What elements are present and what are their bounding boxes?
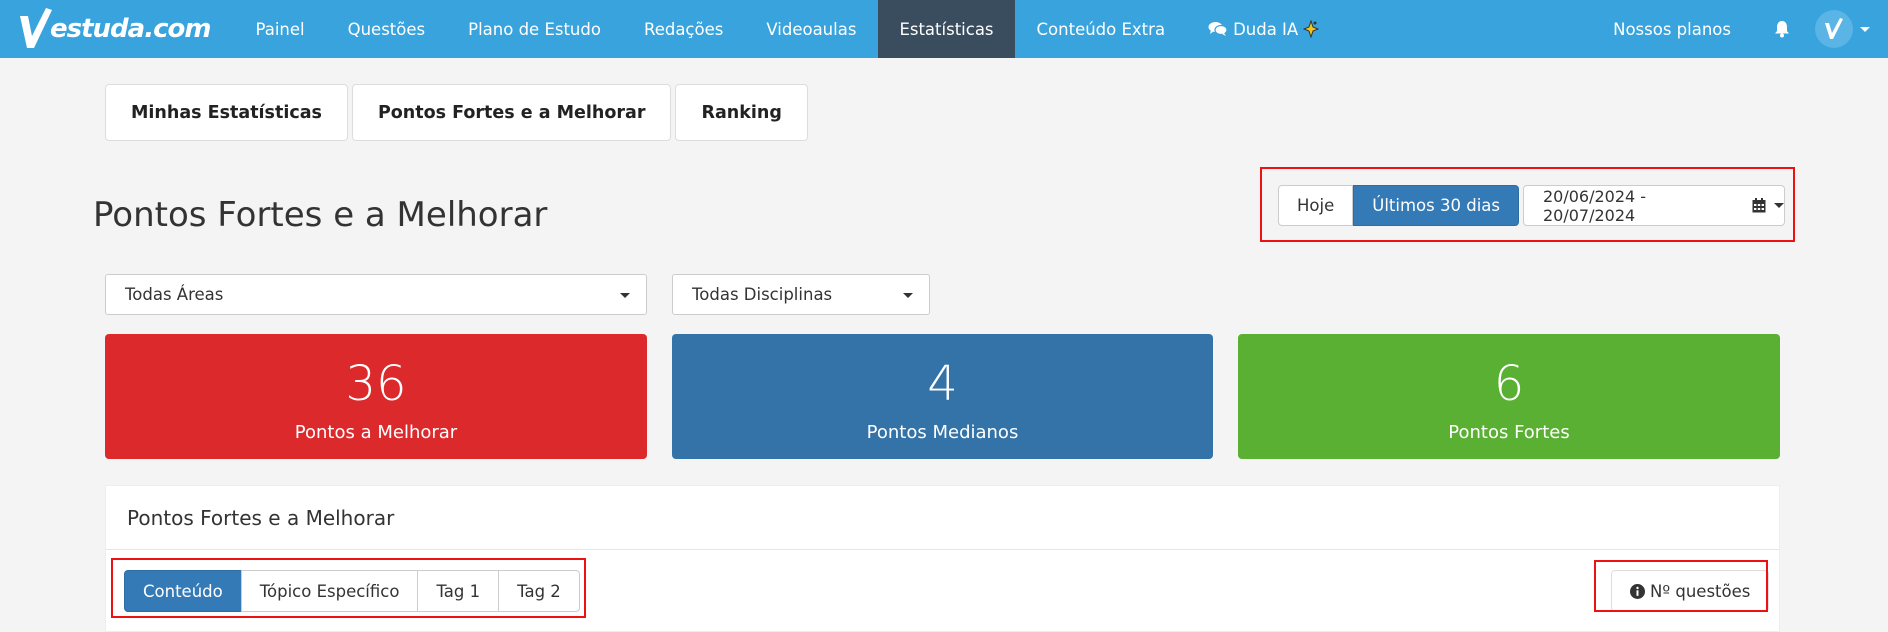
nav-label: Duda IA bbox=[1233, 19, 1299, 39]
date-filter: Hoje Últimos 30 dias 20/06/2024 - 20/07/… bbox=[1278, 185, 1785, 226]
stat-card-to-improve: 36 Pontos a Melhorar bbox=[105, 334, 647, 459]
page-title: Pontos Fortes e a Melhorar bbox=[93, 195, 548, 235]
tab-ranking[interactable]: Ranking bbox=[675, 84, 808, 141]
nav-label: Videoaulas bbox=[766, 19, 857, 39]
nav-item-plano-de-estudo[interactable]: Plano de Estudo bbox=[447, 0, 623, 58]
panel-title: Pontos Fortes e a Melhorar bbox=[106, 486, 1779, 550]
sparkle-icon bbox=[1303, 20, 1320, 38]
today-button[interactable]: Hoje bbox=[1278, 185, 1354, 226]
date-range-value: 20/06/2024 - 20/07/2024 bbox=[1542, 186, 1647, 225]
chevron-down-icon bbox=[903, 293, 913, 298]
last-30-days-button[interactable]: Últimos 30 dias bbox=[1353, 185, 1519, 226]
nav-label: Conteúdo Extra bbox=[1036, 19, 1166, 39]
tab-minhas-estatisticas[interactable]: Minhas Estatísticas bbox=[105, 84, 348, 141]
brand-name: estuda.com bbox=[50, 14, 211, 44]
nav-item-painel[interactable]: Painel bbox=[234, 0, 326, 58]
nav-label: Redações bbox=[643, 19, 724, 39]
chevron-down-icon bbox=[620, 293, 630, 298]
stat-value: 4 bbox=[927, 356, 958, 412]
stat-value: 36 bbox=[345, 356, 407, 412]
nav-item-duda-ia[interactable]: Duda IA bbox=[1187, 0, 1341, 58]
nav-item-conteudo-extra[interactable]: Conteúdo Extra bbox=[1015, 0, 1187, 58]
highlight-box-segments bbox=[111, 558, 586, 618]
stat-card-strong: 6 Pontos Fortes bbox=[1238, 334, 1780, 459]
top-navbar: estuda.com Painel Questões Plano de Estu… bbox=[0, 0, 1888, 58]
nav-item-estatisticas[interactable]: Estatísticas bbox=[877, 0, 1016, 58]
stat-label: Pontos Fortes bbox=[1448, 422, 1570, 443]
stat-value: 6 bbox=[1493, 356, 1525, 412]
stat-label: Pontos a Melhorar bbox=[294, 422, 458, 443]
main-nav: Painel Questões Plano de Estudo Redações… bbox=[234, 0, 1341, 58]
discipline-select-value: Todas Disciplinas bbox=[692, 285, 833, 304]
bell-icon bbox=[1775, 21, 1789, 38]
brand-logo[interactable]: estuda.com bbox=[14, 4, 211, 54]
chevron-down-icon bbox=[1773, 203, 1784, 208]
stat-card-median: 4 Pontos Medianos bbox=[672, 334, 1213, 459]
highlight-box-questions bbox=[1594, 560, 1768, 612]
avatar bbox=[1815, 10, 1853, 48]
notifications-button[interactable] bbox=[1753, 20, 1811, 38]
checkmark-avatar-icon bbox=[1825, 18, 1843, 39]
chat-icon bbox=[1208, 21, 1228, 37]
chevron-down-icon bbox=[1860, 26, 1870, 32]
nav-label: Questões bbox=[347, 19, 426, 39]
calendar-icon bbox=[1752, 198, 1766, 213]
nav-right: Nossos planos bbox=[1591, 0, 1888, 58]
area-select-value: Todas Áreas bbox=[125, 285, 224, 304]
nav-plans-link[interactable]: Nossos planos bbox=[1591, 20, 1753, 39]
stats-tabs: Minhas Estatísticas Pontos Fortes e a Me… bbox=[105, 84, 808, 141]
checkmark-logo-icon bbox=[20, 8, 52, 48]
stat-label: Pontos Medianos bbox=[866, 422, 1019, 443]
period-buttons: Hoje Últimos 30 dias bbox=[1278, 185, 1519, 226]
user-menu[interactable] bbox=[1811, 10, 1888, 48]
discipline-select[interactable]: Todas Disciplinas bbox=[672, 274, 930, 315]
date-range-picker[interactable]: 20/06/2024 - 20/07/2024 bbox=[1522, 185, 1785, 226]
nav-label: Estatísticas bbox=[899, 19, 994, 39]
nav-item-videoaulas[interactable]: Videoaulas bbox=[745, 0, 878, 58]
area-select[interactable]: Todas Áreas bbox=[105, 274, 647, 315]
nav-item-questoes[interactable]: Questões bbox=[326, 0, 447, 58]
nav-label: Painel bbox=[255, 19, 305, 39]
tab-pontos-fortes[interactable]: Pontos Fortes e a Melhorar bbox=[351, 84, 672, 141]
nav-item-redacoes[interactable]: Redações bbox=[622, 0, 744, 58]
nav-label: Plano de Estudo bbox=[468, 19, 601, 39]
